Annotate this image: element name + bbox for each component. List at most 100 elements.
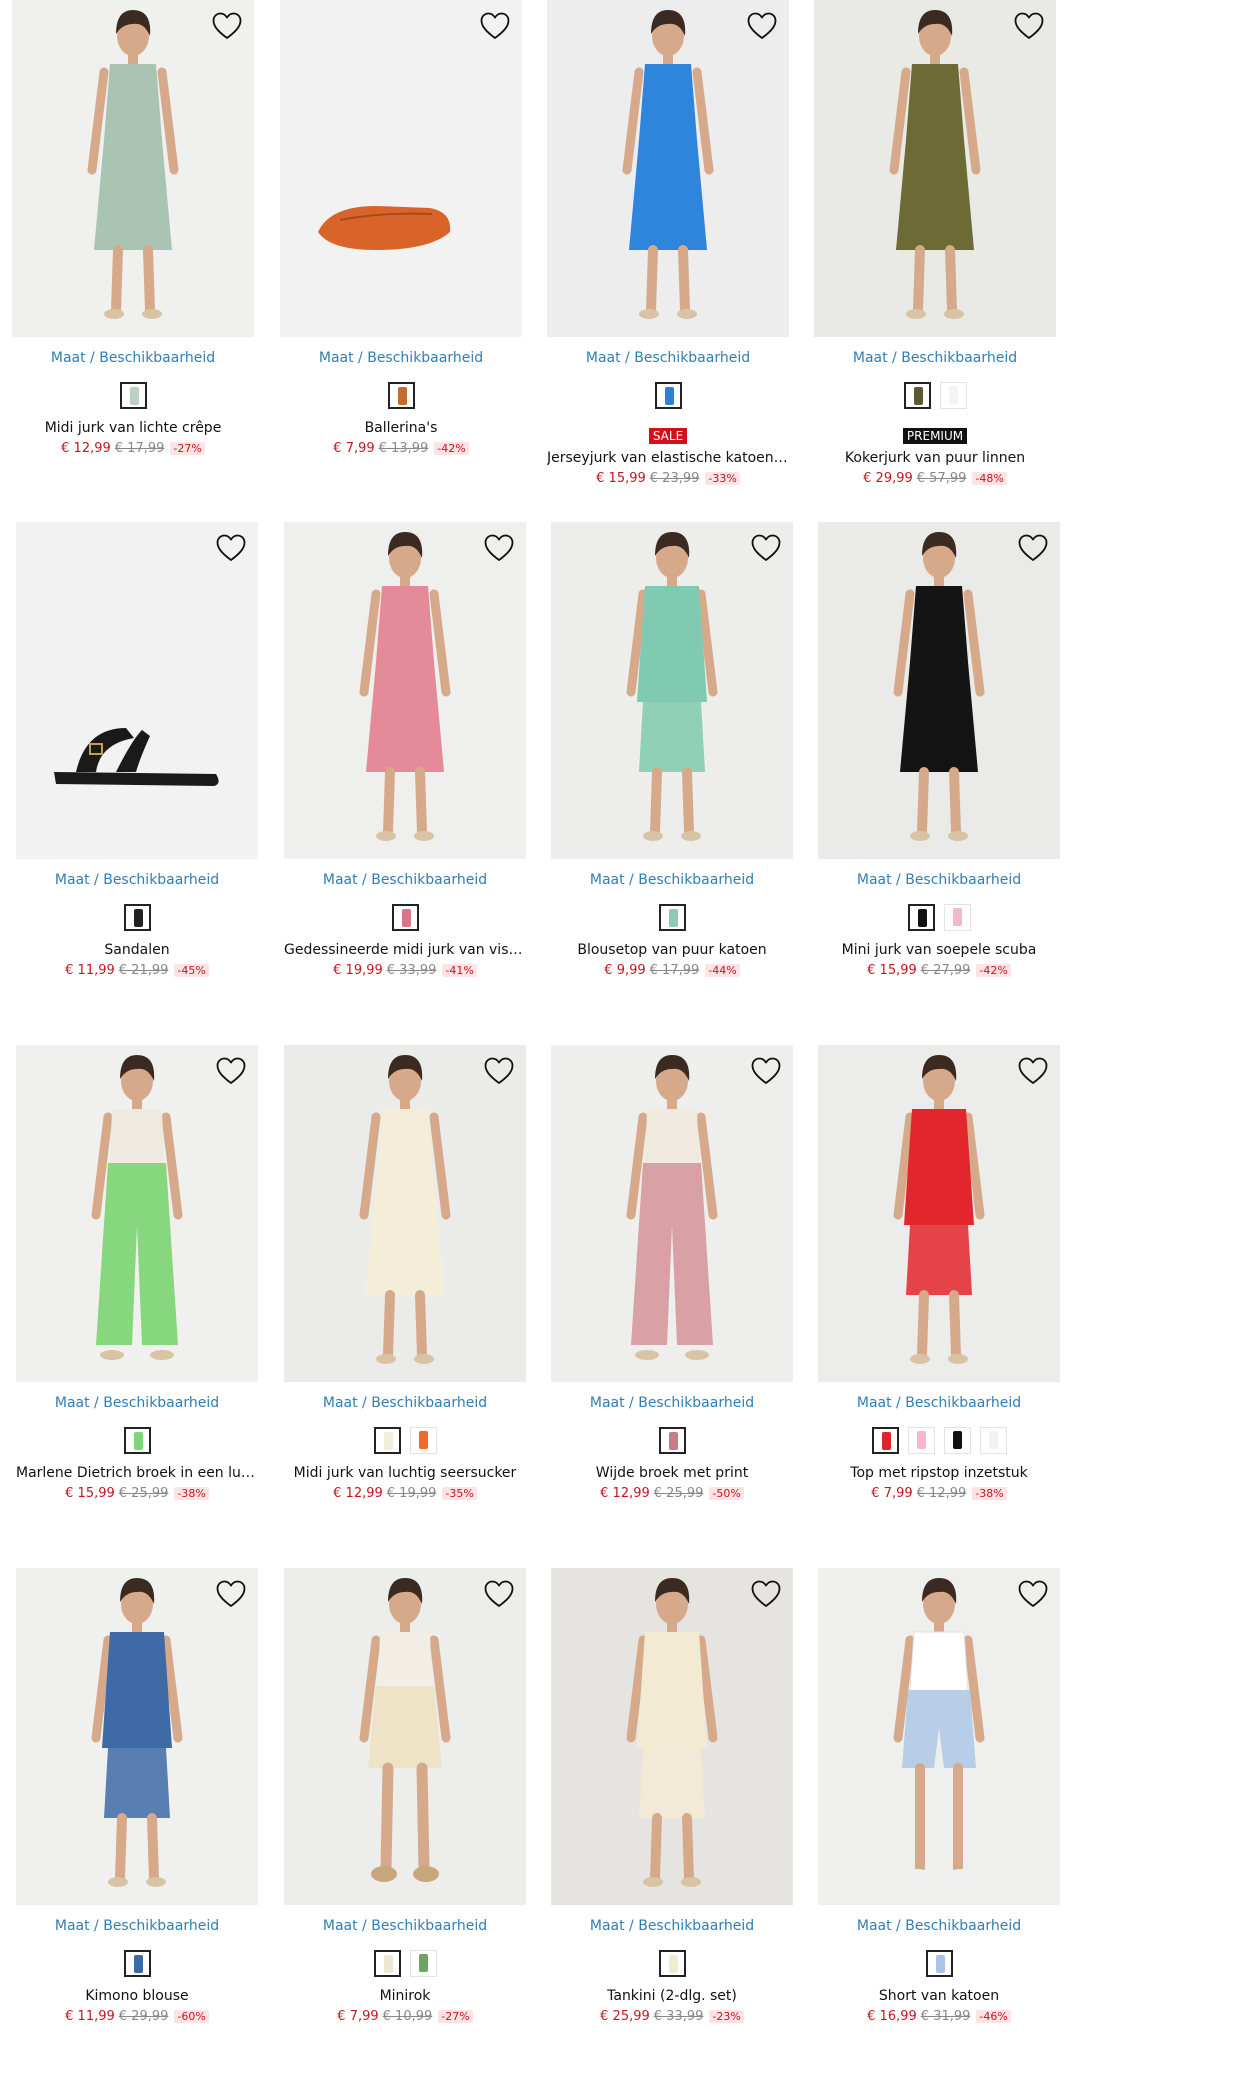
- product-card[interactable]: Maat / Beschikbaarheid Wijde broek met pr…: [551, 1045, 793, 1545]
- size-availability-link[interactable]: Maat / Beschikbaarheid: [284, 1395, 526, 1411]
- product-card[interactable]: Maat / Beschikbaarheid Midi jurk van lich…: [12, 0, 254, 500]
- product-title[interactable]: Short van katoen: [818, 1988, 1060, 2004]
- color-swatch[interactable]: [119, 382, 147, 409]
- wishlist-heart-icon[interactable]: [1014, 12, 1044, 40]
- product-card[interactable]: Maat / Beschikbaarheid Short van katoen € …: [818, 1568, 1060, 2068]
- product-image[interactable]: [551, 1568, 793, 1905]
- product-card[interactable]: Maat / Beschikbaarheid Minirok € 7,99 € 10,…: [284, 1568, 526, 2068]
- product-title[interactable]: Midi jurk van luchtig seersucker: [284, 1465, 526, 1481]
- color-swatch[interactable]: [658, 1427, 686, 1454]
- color-swatch[interactable]: [387, 382, 415, 409]
- product-card[interactable]: Maat / Beschikbaarheid Marlene Dietrich b…: [16, 1045, 258, 1545]
- color-swatch[interactable]: [903, 382, 931, 409]
- product-image[interactable]: [814, 0, 1056, 337]
- size-availability-link[interactable]: Maat / Beschikbaarheid: [551, 872, 793, 888]
- product-title[interactable]: Ballerina's: [280, 420, 522, 436]
- color-swatch[interactable]: [658, 904, 686, 931]
- color-swatch[interactable]: [871, 1427, 899, 1454]
- color-swatch[interactable]: [123, 1427, 151, 1454]
- color-swatch[interactable]: [943, 1427, 971, 1454]
- size-availability-link[interactable]: Maat / Beschikbaarheid: [818, 872, 1060, 888]
- size-availability-link[interactable]: Maat / Beschikbaarheid: [284, 872, 526, 888]
- product-card[interactable]: Maat / Beschikbaarheid Gedessineerde midi…: [284, 522, 526, 1022]
- product-card[interactable]: Maat / Beschikbaarheid Mini jurk van soep…: [818, 522, 1060, 1022]
- wishlist-heart-icon[interactable]: [751, 534, 781, 562]
- product-title[interactable]: Marlene Dietrich broek in een luch...: [16, 1465, 258, 1481]
- product-image[interactable]: [284, 522, 526, 859]
- size-availability-link[interactable]: Maat / Beschikbaarheid: [818, 1918, 1060, 1934]
- product-card[interactable]: Maat / Beschikbaarheid Top met ripstop in…: [818, 1045, 1060, 1545]
- product-image[interactable]: [284, 1045, 526, 1382]
- size-availability-link[interactable]: Maat / Beschikbaarheid: [547, 350, 789, 366]
- wishlist-heart-icon[interactable]: [1018, 1057, 1048, 1085]
- size-availability-link[interactable]: Maat / Beschikbaarheid: [814, 350, 1056, 366]
- size-availability-link[interactable]: Maat / Beschikbaarheid: [818, 1395, 1060, 1411]
- product-title[interactable]: Top met ripstop inzetstuk: [818, 1465, 1060, 1481]
- product-card[interactable]: Maat / Beschikbaarheid Blousetop van puur…: [551, 522, 793, 1022]
- wishlist-heart-icon[interactable]: [216, 1057, 246, 1085]
- product-title[interactable]: Minirok: [284, 1988, 526, 2004]
- product-image[interactable]: [284, 1568, 526, 1905]
- color-swatch[interactable]: [907, 904, 935, 931]
- wishlist-heart-icon[interactable]: [1018, 1580, 1048, 1608]
- product-card[interactable]: Maat / Beschikbaarheid Kimono blouse € 11,…: [16, 1568, 258, 2068]
- product-image[interactable]: [12, 0, 254, 337]
- product-card[interactable]: Maat / Beschikbaarheid PREMIUM Kokerjurk v…: [814, 0, 1056, 500]
- product-title[interactable]: Kimono blouse: [16, 1988, 258, 2004]
- product-image[interactable]: [16, 1045, 258, 1382]
- product-title[interactable]: Mini jurk van soepele scuba: [818, 942, 1060, 958]
- product-image[interactable]: [551, 1045, 793, 1382]
- product-title[interactable]: Kokerjurk van puur linnen: [814, 450, 1056, 466]
- product-image[interactable]: [547, 0, 789, 337]
- product-card[interactable]: Maat / Beschikbaarheid Midi jurk van luch…: [284, 1045, 526, 1545]
- product-title[interactable]: Midi jurk van lichte crêpe: [12, 420, 254, 436]
- size-availability-link[interactable]: Maat / Beschikbaarheid: [284, 1918, 526, 1934]
- color-swatch[interactable]: [409, 1950, 437, 1977]
- product-card[interactable]: Maat / Beschikbaarheid Ballerina's € 7,99 €…: [280, 0, 522, 500]
- color-swatch[interactable]: [654, 382, 682, 409]
- size-availability-link[interactable]: Maat / Beschikbaarheid: [16, 1395, 258, 1411]
- color-swatch[interactable]: [409, 1427, 437, 1454]
- product-image[interactable]: [16, 522, 258, 859]
- product-card[interactable]: Maat / Beschikbaarheid Tankini (2-dlg. se…: [551, 1568, 793, 2068]
- product-image[interactable]: [280, 0, 522, 337]
- color-swatch[interactable]: [943, 904, 971, 931]
- wishlist-heart-icon[interactable]: [1018, 534, 1048, 562]
- size-availability-link[interactable]: Maat / Beschikbaarheid: [551, 1918, 793, 1934]
- wishlist-heart-icon[interactable]: [484, 534, 514, 562]
- color-swatch[interactable]: [658, 1950, 686, 1977]
- size-availability-link[interactable]: Maat / Beschikbaarheid: [280, 350, 522, 366]
- size-availability-link[interactable]: Maat / Beschikbaarheid: [551, 1395, 793, 1411]
- wishlist-heart-icon[interactable]: [216, 534, 246, 562]
- color-swatch[interactable]: [939, 382, 967, 409]
- size-availability-link[interactable]: Maat / Beschikbaarheid: [16, 872, 258, 888]
- product-title[interactable]: Jerseyjurk van elastische katoenmi...: [547, 450, 789, 466]
- color-swatch[interactable]: [373, 1427, 401, 1454]
- color-swatch[interactable]: [391, 904, 419, 931]
- color-swatch[interactable]: [925, 1950, 953, 1977]
- product-title[interactable]: Gedessineerde midi jurk van viscos...: [284, 942, 526, 958]
- wishlist-heart-icon[interactable]: [751, 1057, 781, 1085]
- wishlist-heart-icon[interactable]: [751, 1580, 781, 1608]
- wishlist-heart-icon[interactable]: [480, 12, 510, 40]
- product-card[interactable]: Maat / Beschikbaarheid Sandalen € 11,99 € 2…: [16, 522, 258, 1022]
- color-swatch[interactable]: [373, 1950, 401, 1977]
- wishlist-heart-icon[interactable]: [216, 1580, 246, 1608]
- product-image[interactable]: [16, 1568, 258, 1905]
- size-availability-link[interactable]: Maat / Beschikbaarheid: [16, 1918, 258, 1934]
- color-swatch[interactable]: [979, 1427, 1007, 1454]
- product-card[interactable]: Maat / Beschikbaarheid SALE Jerseyjurk van…: [547, 0, 789, 500]
- product-title[interactable]: Blousetop van puur katoen: [551, 942, 793, 958]
- product-image[interactable]: [551, 522, 793, 859]
- wishlist-heart-icon[interactable]: [484, 1580, 514, 1608]
- size-availability-link[interactable]: Maat / Beschikbaarheid: [12, 350, 254, 366]
- color-swatch[interactable]: [123, 1950, 151, 1977]
- wishlist-heart-icon[interactable]: [484, 1057, 514, 1085]
- product-image[interactable]: [818, 522, 1060, 859]
- wishlist-heart-icon[interactable]: [747, 12, 777, 40]
- wishlist-heart-icon[interactable]: [212, 12, 242, 40]
- product-title[interactable]: Sandalen: [16, 942, 258, 958]
- product-title[interactable]: Tankini (2-dlg. set): [551, 1988, 793, 2004]
- color-swatch[interactable]: [123, 904, 151, 931]
- product-image[interactable]: [818, 1568, 1060, 1905]
